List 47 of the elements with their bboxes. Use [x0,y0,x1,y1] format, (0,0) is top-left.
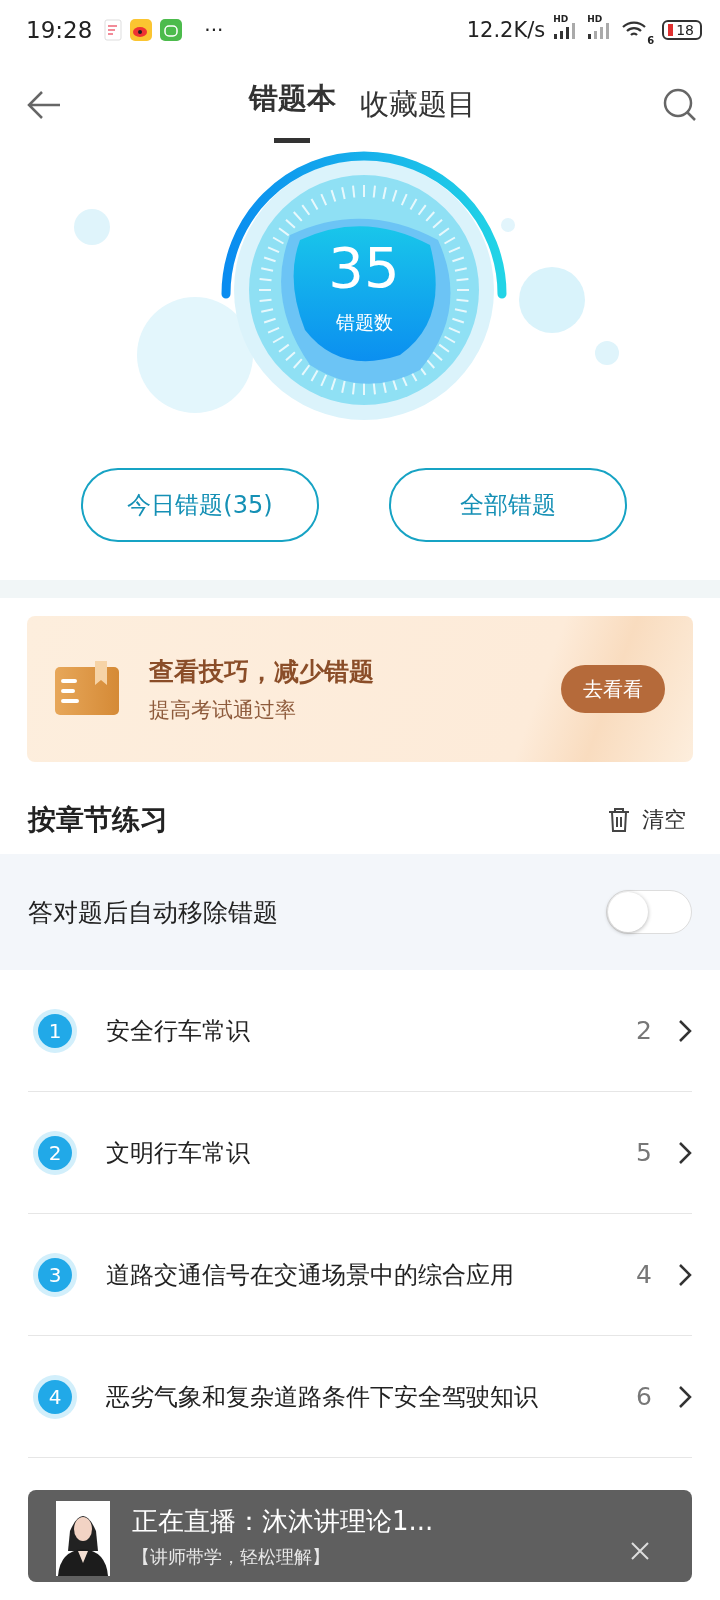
chevron-right-icon [678,1384,692,1409]
frog-app-icon [160,19,183,41]
live-popup[interactable]: 正在直播：沐沐讲理论1... 【讲师带学，轻松理解】 [28,1490,692,1582]
wifi-standard-label: 6 [647,35,655,46]
hd-label: HD [553,14,569,24]
clear-button[interactable]: 清空 [602,804,692,836]
wrong-count-text: 6 [636,1382,652,1411]
search-icon[interactable] [662,87,698,123]
chapter-title: 安全行车常识 [106,1015,251,1047]
network-speed: 12.2K/s [466,18,546,42]
wrong-count-text: 2 [636,1016,652,1045]
wrong-count-text: 4 [636,1260,652,1289]
chevron-right-icon [678,1140,692,1165]
view-button[interactable]: 去看看 [561,665,665,713]
wrong-count-label: 错题数 [335,310,393,335]
chapter-title: 文明行车常识 [106,1137,251,1169]
note-app-icon [104,19,123,41]
banner-subtitle: 提高考试通过率 [149,696,297,724]
filter-button[interactable]: 全部错题 [389,468,627,542]
hd-label: HD [587,14,603,24]
wrong-count: 35 [328,240,400,296]
chapter-item[interactable]: 2 文明行车常识 5 [28,1092,692,1214]
chapter-title: 恶劣气象和复杂道路条件下安全驾驶知识 [106,1381,539,1413]
book-icon [55,661,119,717]
wrong-count-text: 5 [636,1138,652,1167]
auto-remove-label: 答对题后自动移除错题 [28,896,278,929]
filter-button[interactable]: 今日错题(35) [81,468,319,542]
eye-app-icon [130,19,153,41]
trash-icon [608,807,630,833]
chevron-right-icon [678,1262,692,1287]
chapter-title: 道路交通信号在交通场景中的综合应用 [106,1259,515,1291]
battery-indicator: 18 [662,20,702,40]
chapter-item[interactable]: 4 恶劣气象和复杂道路条件下安全驾驶知识 6 [28,1336,692,1458]
tab[interactable]: 收藏题目 [359,79,476,143]
live-title: 正在直播：沐沐讲理论1... [132,1504,435,1538]
more-notifications: ··· [204,18,224,42]
toggle-switch[interactable] [606,890,692,934]
banner-title: 查看技巧，减少错题 [149,655,375,688]
close-icon[interactable] [630,1541,650,1561]
tips-banner[interactable]: 查看技巧，减少错题 提高考试通过率 去看看 [27,616,693,762]
chapter-item[interactable]: 1 安全行车常识 2 [28,970,692,1092]
live-subtitle: 【讲师带学，轻松理解】 [132,1544,331,1569]
status-time: 19:28 [26,17,93,43]
back-icon[interactable] [26,90,62,120]
chevron-right-icon [678,1018,692,1043]
section-title: 按章节练习 [28,802,168,838]
chapter-item[interactable]: 3 道路交通信号在交通场景中的综合应用 4 [28,1214,692,1336]
